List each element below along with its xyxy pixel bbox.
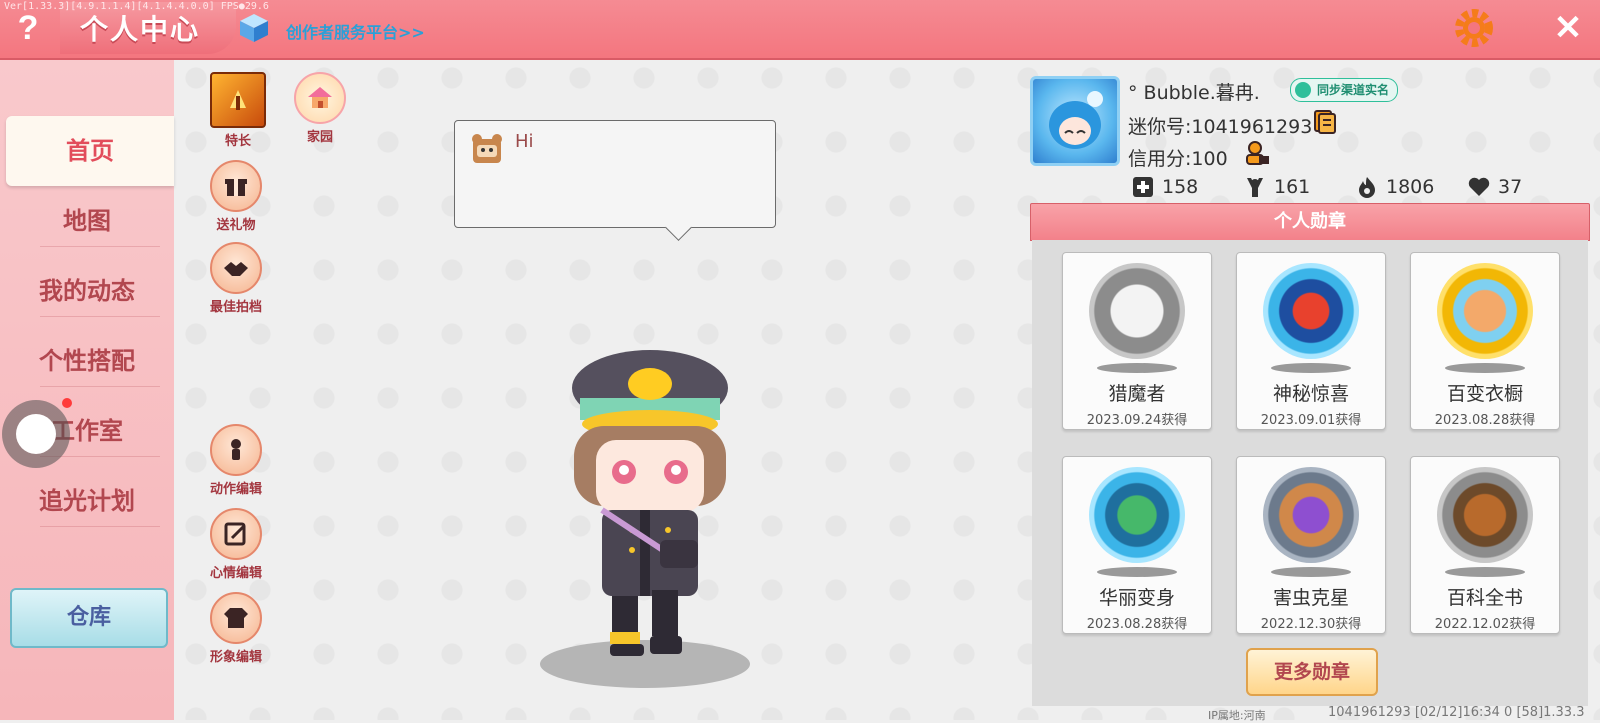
motion-edit-button[interactable]: 动作编辑 xyxy=(196,424,276,497)
home-button[interactable]: 家园 xyxy=(280,72,360,145)
creator-cube-icon[interactable] xyxy=(238,12,270,44)
badge-card[interactable]: 百科全书 2022.12.02获得 xyxy=(1410,456,1560,634)
badge-date: 2022.12.02获得 xyxy=(1434,617,1536,632)
badge-name: 百科全书 xyxy=(1446,587,1523,609)
gear-icon[interactable] xyxy=(1454,8,1494,48)
stat-likes-value: 37 xyxy=(1498,176,1523,198)
follow-plus-icon xyxy=(1133,177,1153,197)
wardrobe-medal-icon xyxy=(1437,263,1533,359)
profile-name: ° Bubble.暮冉. xyxy=(1128,82,1260,104)
badge-card[interactable]: 害虫克星 2022.12.30获得 xyxy=(1236,456,1386,634)
stat-heat-value: 1806 xyxy=(1386,176,1435,198)
send-gift-button[interactable]: 送礼物 xyxy=(196,160,276,233)
player-avatar-figure[interactable] xyxy=(540,340,760,660)
mystery-gift-medal-icon xyxy=(1263,263,1359,359)
look-edit-button[interactable]: 形象编辑 xyxy=(196,592,276,665)
top-bar: Ver[1.33.3][4.9.1.1.4][4.1.4.4.0.0] FPS●… xyxy=(0,0,1600,60)
badge-date: 2022.12.30获得 xyxy=(1260,617,1362,632)
badge-date: 2023.09.24获得 xyxy=(1086,413,1188,428)
medal-shadow xyxy=(1097,363,1177,373)
avatar-portrait-icon xyxy=(1049,91,1103,149)
page-title: 个人中心 xyxy=(80,13,201,46)
special-skill-label: 特长 xyxy=(224,134,251,149)
pest-buster-medal-icon xyxy=(1263,467,1359,563)
mood-edit-button[interactable]: 心情编辑 xyxy=(196,508,276,581)
sidebar-divider xyxy=(40,316,160,317)
medal-shadow xyxy=(1445,567,1525,577)
badge-date: 2023.08.28获得 xyxy=(1434,413,1536,428)
chat-bubble: Hi xyxy=(454,120,776,228)
medal-shadow xyxy=(1097,567,1177,577)
profile-avatar[interactable] xyxy=(1030,76,1120,166)
outfit-icon xyxy=(210,592,262,644)
best-partner-label: 最佳拍档 xyxy=(209,300,262,315)
floating-record-button[interactable] xyxy=(2,400,70,468)
sidebar-divider xyxy=(40,386,160,387)
chat-text: Hi xyxy=(515,131,534,152)
stat-heat[interactable]: 1806 xyxy=(1356,176,1434,198)
look-edit-label: 形象编辑 xyxy=(209,650,262,665)
footer-info: 1041961293 [02/12]16:34 0 [58]1.33.3 xyxy=(1328,705,1585,720)
fire-icon xyxy=(1359,177,1375,198)
badge-name: 猎魔者 xyxy=(1108,383,1166,405)
motion-edit-label: 动作编辑 xyxy=(209,482,262,497)
sidebar-divider xyxy=(40,526,160,527)
best-partner-button[interactable]: 最佳拍档 xyxy=(196,242,276,315)
badge-name: 百变衣橱 xyxy=(1446,383,1523,405)
credit-user-icon[interactable] xyxy=(1244,140,1270,166)
medal-shadow xyxy=(1445,363,1525,373)
special-skill-button[interactable]: 特长 xyxy=(198,72,278,149)
credit-score: 信用分:100 xyxy=(1128,148,1228,170)
badge-card[interactable]: 华丽变身 2023.08.28获得 xyxy=(1062,456,1212,634)
copy-icon[interactable] xyxy=(1314,110,1336,134)
motion-icon xyxy=(210,424,262,476)
badge-card[interactable]: 猎魔者 2023.09.24获得 xyxy=(1062,252,1212,430)
special-skill-icon xyxy=(210,72,266,128)
badge-date: 2023.09.01获得 xyxy=(1260,413,1362,428)
ip-location: IP属地:河南 xyxy=(1208,709,1266,722)
medal-shadow xyxy=(1271,567,1351,577)
badge-card[interactable]: 神秘惊喜 2023.09.01获得 xyxy=(1236,252,1386,430)
bear-face-icon xyxy=(472,134,502,163)
demon-hunter-medal-icon xyxy=(1089,263,1185,359)
badge-card[interactable]: 百变衣橱 2023.08.28获得 xyxy=(1410,252,1560,430)
badge-panel-header: 个人勋章 xyxy=(1030,203,1590,241)
more-badges-button[interactable]: 更多勋章 xyxy=(1246,648,1378,696)
stat-fans[interactable]: 161 xyxy=(1244,176,1310,198)
house-icon xyxy=(294,72,346,124)
send-gift-label: 送礼物 xyxy=(216,218,256,233)
mini-id: 迷你号:1041961293 xyxy=(1128,116,1313,138)
medal-shadow xyxy=(1271,363,1351,373)
badge-name: 神秘惊喜 xyxy=(1272,383,1349,405)
encyclopedia-medal-icon xyxy=(1437,467,1533,563)
creator-platform-link[interactable]: 创作者服务平台>> xyxy=(286,19,425,43)
realname-verify-badge[interactable]: 同步渠道实名 xyxy=(1290,78,1399,102)
sidebar-divider xyxy=(40,246,160,247)
stat-follow-value: 158 xyxy=(1162,176,1199,198)
help-button[interactable]: ? xyxy=(8,8,48,48)
fans-cheer-icon xyxy=(1247,178,1263,197)
edit-pencil-icon xyxy=(210,508,262,560)
stat-likes[interactable]: 37 xyxy=(1468,176,1522,198)
badge-name: 华丽变身 xyxy=(1098,587,1175,609)
handshake-icon xyxy=(210,242,262,294)
stat-fans-value: 161 xyxy=(1274,176,1311,198)
close-button[interactable]: ✕ xyxy=(1548,8,1588,48)
badge-date: 2023.08.28获得 xyxy=(1086,617,1188,632)
gift-icon xyxy=(210,160,262,212)
sidebar-item-home[interactable]: 首页 xyxy=(6,116,174,186)
mood-edit-label: 心情编辑 xyxy=(209,566,262,581)
warehouse-button[interactable]: 仓库 xyxy=(10,588,168,648)
heart-icon xyxy=(1468,177,1490,196)
transform-medal-icon xyxy=(1089,467,1185,563)
home-label: 家园 xyxy=(306,130,333,145)
notification-dot xyxy=(62,398,72,408)
badge-name: 害虫克星 xyxy=(1272,587,1349,609)
stat-follow[interactable]: 158 xyxy=(1132,176,1198,198)
